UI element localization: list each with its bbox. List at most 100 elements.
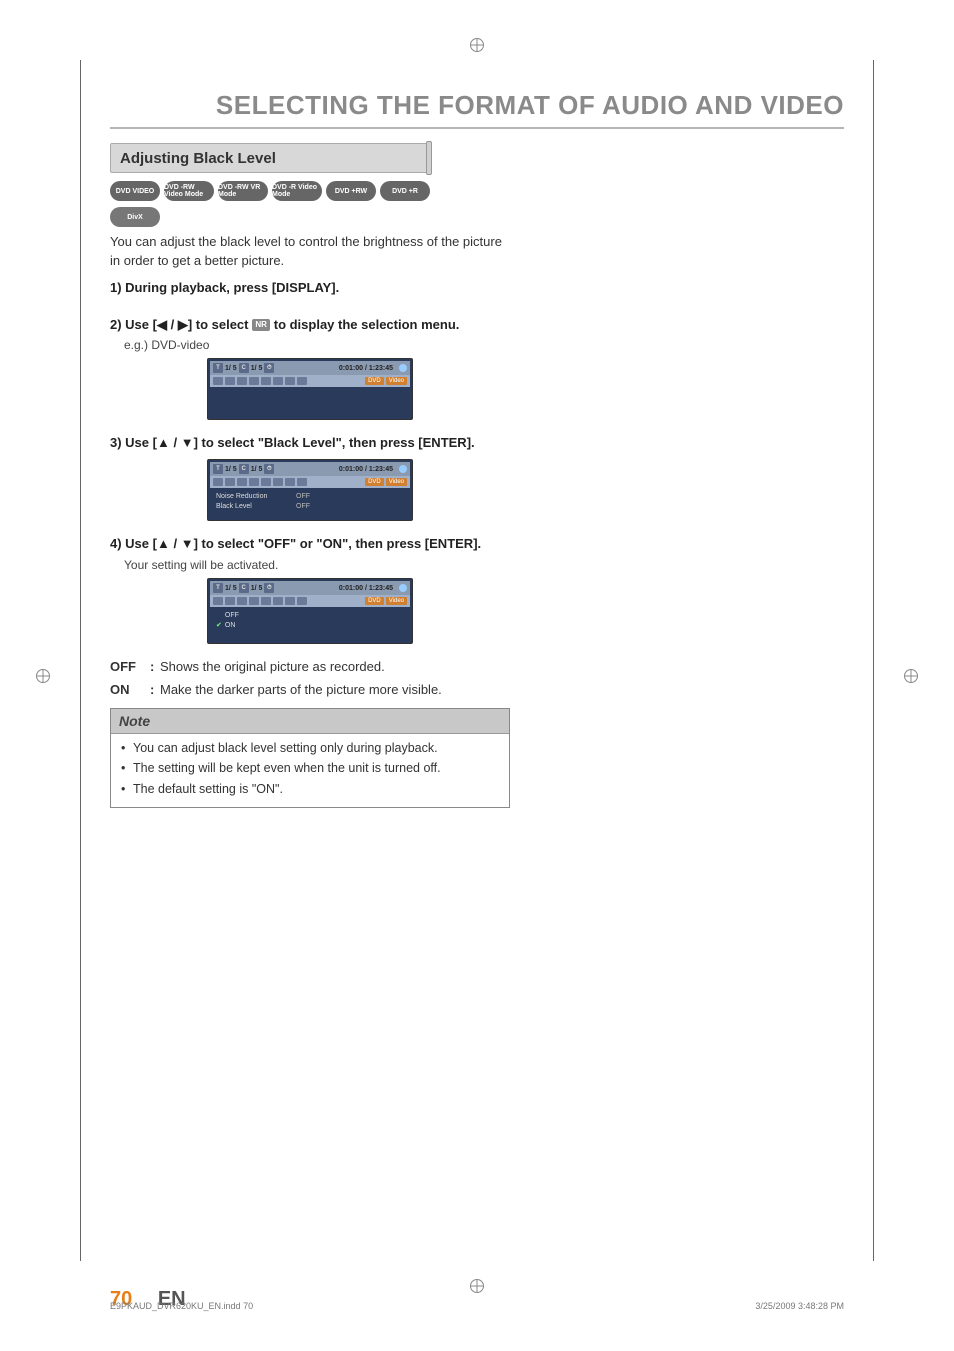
registration-mark-right xyxy=(904,669,918,683)
osd-body xyxy=(210,387,410,417)
osd-disc-icon xyxy=(399,465,407,473)
def-on-key: ON xyxy=(110,681,150,700)
arrow-up-icon: ▲ xyxy=(157,435,170,450)
osd-ic xyxy=(285,377,295,385)
osd-ic xyxy=(273,377,283,385)
media-badge: DVD +RW xyxy=(326,181,376,201)
osd-time: 0:01:00 / 1:23:45 xyxy=(339,365,393,372)
osd-tag-video: Video xyxy=(386,478,407,486)
osd-ic xyxy=(285,597,295,605)
media-badge: DVD +R xyxy=(380,181,430,201)
media-badge: DVD -R Video Mode xyxy=(272,181,322,201)
osd-ic xyxy=(249,377,259,385)
step-4-pre: 4) Use [ xyxy=(110,536,157,551)
page-title: SELECTING THE FORMAT OF AUDIO AND VIDEO xyxy=(110,90,844,129)
arrow-left-icon: ◀ xyxy=(157,317,167,332)
osd-ic xyxy=(249,478,259,486)
footer-meta: E9PKAUD_DVR620KU_EN.indd 70 3/25/2009 3:… xyxy=(110,1301,844,1311)
osd-icon-row: DVD Video xyxy=(210,375,410,387)
osd-ic xyxy=(297,597,307,605)
osd-tag-video: Video xyxy=(386,377,407,385)
osd-icon-row: DVD Video xyxy=(210,476,410,488)
osd-menu-black-level: Black Level OFF xyxy=(216,502,404,512)
osd-media-tag: DVD Video xyxy=(365,377,407,385)
osd-time: 0:01:00 / 1:23:45 xyxy=(339,466,393,473)
arrow-sep: / xyxy=(170,536,181,551)
osd-ic xyxy=(237,377,247,385)
step-2-pre: 2) Use [ xyxy=(110,317,157,332)
step-2-example: e.g.) DVD-video xyxy=(124,338,510,352)
osd-body: ✔OFF ✔ON xyxy=(210,607,410,641)
note-item: The setting will be kept even when the u… xyxy=(121,760,499,778)
definition-on: ON : Make the darker parts of the pictur… xyxy=(110,681,510,700)
osd-nr-value: OFF xyxy=(296,492,310,502)
osd-chapter-counter: 1/ 5 xyxy=(251,365,263,372)
arrow-sep: / xyxy=(170,435,181,450)
osd-top-row: T 1/ 5 C 1/ 5 ⏱ 0:01:00 / 1:23:45 xyxy=(210,462,410,476)
osd-media-tag: DVD Video xyxy=(365,597,407,605)
note-item: You can adjust black level setting only … xyxy=(121,740,499,758)
osd-ic xyxy=(285,478,295,486)
step-3: 3) Use [▲ / ▼] to select "Black Level", … xyxy=(110,434,510,453)
intro-text: You can adjust the black level to contro… xyxy=(110,233,510,271)
arrow-right-icon: ▶ xyxy=(178,317,188,332)
osd-ic xyxy=(213,597,223,605)
osd-title-counter: 1/ 5 xyxy=(225,466,237,473)
step-2-post: to display the selection menu. xyxy=(274,317,460,332)
osd-time: 0:01:00 / 1:23:45 xyxy=(339,585,393,592)
definition-off: OFF : Shows the original picture as reco… xyxy=(110,658,510,677)
registration-mark-top xyxy=(470,38,484,52)
osd-tag-dvd: DVD xyxy=(365,478,384,486)
osd-chapter-chip: C xyxy=(239,363,249,373)
step-3-pre: 3) Use [ xyxy=(110,435,157,450)
osd-ic xyxy=(225,597,235,605)
osd-chapter-chip: C xyxy=(239,464,249,474)
note-body: You can adjust black level setting only … xyxy=(111,734,509,808)
osd-ic xyxy=(273,478,283,486)
osd-ic xyxy=(261,478,271,486)
step-1: 1) During playback, press [DISPLAY]. xyxy=(110,279,510,298)
section-heading-text: Adjusting Black Level xyxy=(120,143,276,173)
note-box: Note You can adjust black level setting … xyxy=(110,708,510,809)
osd-title-chip: T xyxy=(213,583,223,593)
osd-ic xyxy=(249,597,259,605)
osd-top-row: T 1/ 5 C 1/ 5 ⏱ 0:01:00 / 1:23:45 xyxy=(210,581,410,595)
osd-ic xyxy=(261,597,271,605)
footer-date: 3/25/2009 3:48:28 PM xyxy=(755,1301,844,1311)
osd-screenshot-1: T 1/ 5 C 1/ 5 ⏱ 0:01:00 / 1:23:45 xyxy=(207,358,413,420)
osd-ic xyxy=(273,597,283,605)
media-badge: DVD -RW Video Mode xyxy=(164,181,214,201)
osd-bl-label: Black Level xyxy=(216,502,296,512)
osd-icon-row: DVD Video xyxy=(210,595,410,607)
osd-disc-icon xyxy=(399,364,407,372)
registration-mark-bottom xyxy=(470,1279,484,1293)
def-on-val: Make the darker parts of the picture mor… xyxy=(160,681,510,700)
osd-chapter-counter: 1/ 5 xyxy=(251,466,263,473)
def-off-key: OFF xyxy=(110,658,150,677)
osd-ic xyxy=(237,478,247,486)
step-2-mid: ] to select xyxy=(188,317,252,332)
media-badge: DVD VIDEO xyxy=(110,181,160,201)
osd-ic xyxy=(261,377,271,385)
osd-body: Noise Reduction OFF Black Level OFF xyxy=(210,488,410,518)
left-column: Adjusting Black Level DVD VIDEO DVD -RW … xyxy=(110,143,510,808)
step-3-post: ] to select "Black Level", then press [E… xyxy=(194,435,475,450)
osd-chapter-chip: C xyxy=(239,583,249,593)
arrow-sep: / xyxy=(167,317,178,332)
step-4-sub: Your setting will be activated. xyxy=(124,558,510,572)
check-icon: ✔ xyxy=(216,621,222,631)
osd-ic xyxy=(225,377,235,385)
osd-top-row: T 1/ 5 C 1/ 5 ⏱ 0:01:00 / 1:23:45 xyxy=(210,361,410,375)
osd-title-counter: 1/ 5 xyxy=(225,365,237,372)
section-heading-bar: Adjusting Black Level xyxy=(110,143,430,173)
osd-tag-video: Video xyxy=(386,597,407,605)
osd-off-label: OFF xyxy=(225,611,239,621)
osd-ic xyxy=(213,478,223,486)
osd-ic xyxy=(225,478,235,486)
osd-clock-icon: ⏱ xyxy=(264,363,274,373)
step-4-post: ] to select "OFF" or "ON", then press [E… xyxy=(194,536,482,551)
osd-title-chip: T xyxy=(213,464,223,474)
osd-tag-dvd: DVD xyxy=(365,377,384,385)
media-badge-divx: DivX xyxy=(110,207,160,227)
osd-ic xyxy=(213,377,223,385)
